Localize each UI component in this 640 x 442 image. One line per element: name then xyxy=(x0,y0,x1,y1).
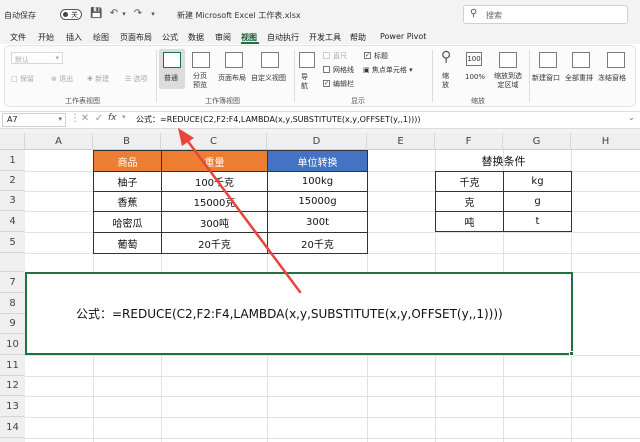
annotation-arrow xyxy=(178,128,302,294)
